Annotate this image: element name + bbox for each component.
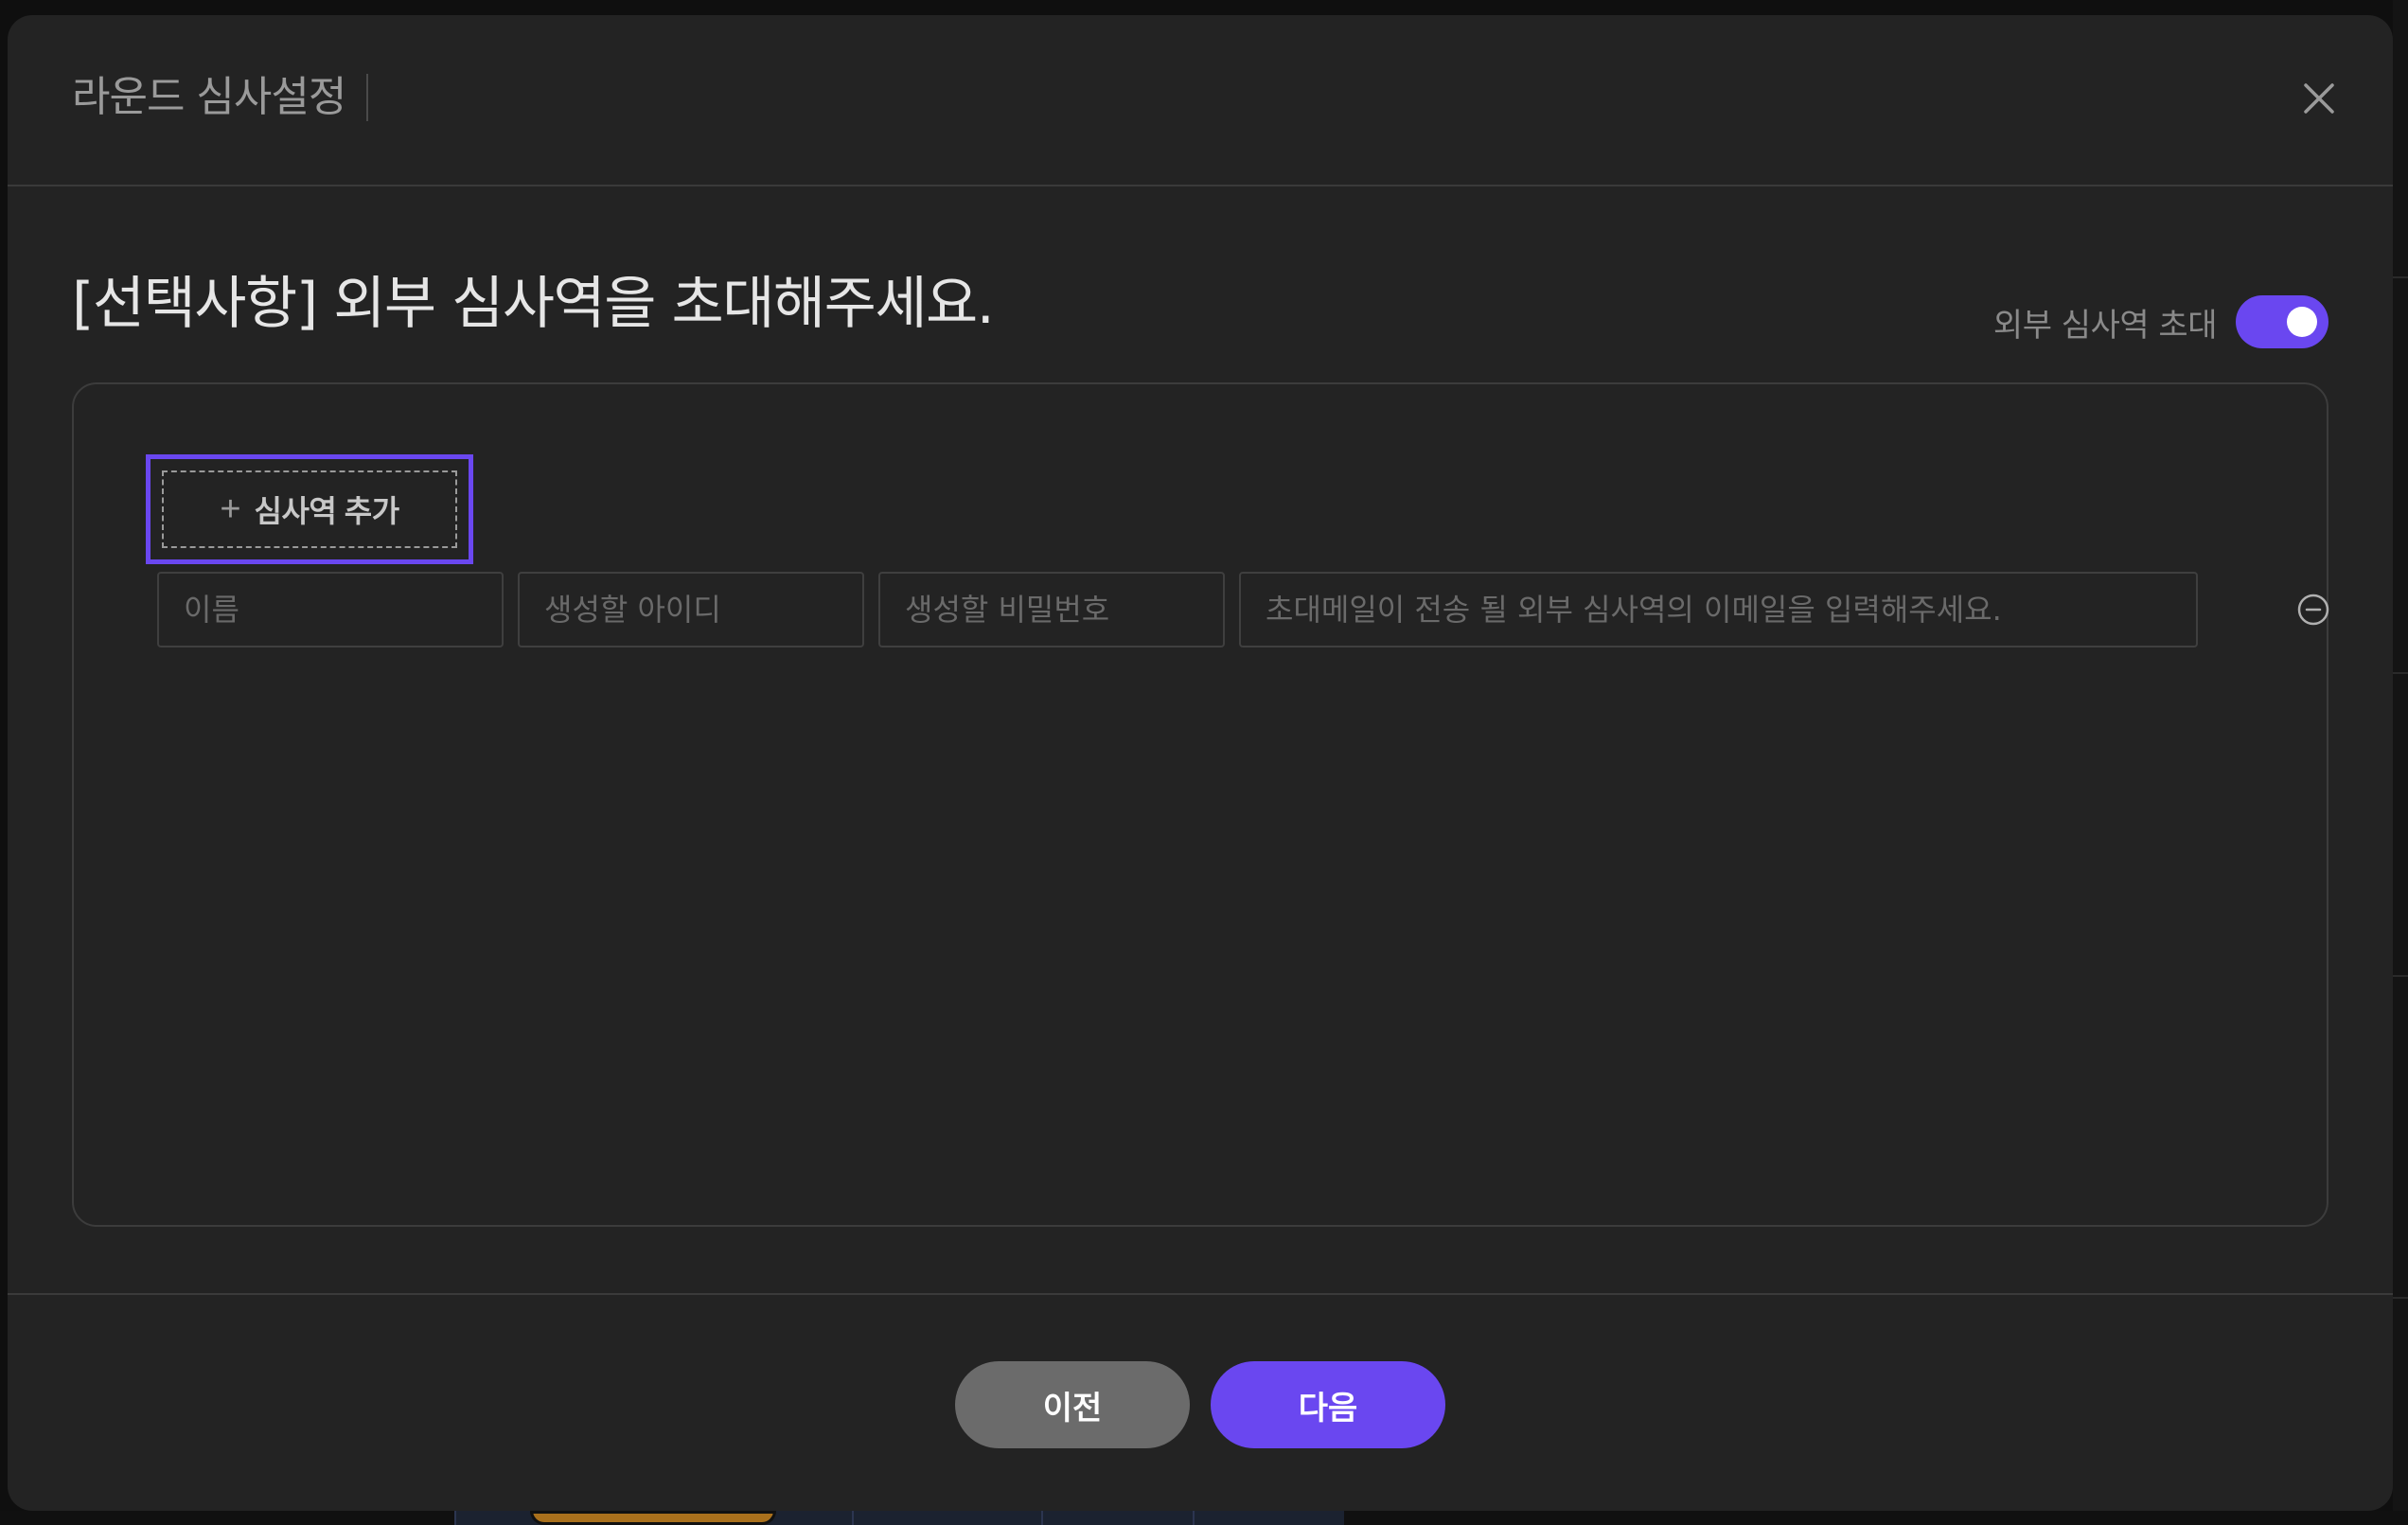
add-reviewer-focus-outline: + 심사역 추가 [146, 454, 473, 564]
background-tile [1193, 1511, 1344, 1525]
reviewer-password-input[interactable] [878, 572, 1225, 647]
next-button[interactable]: 다음 [1211, 1361, 1445, 1448]
reviewer-panel: + 심사역 추가 [72, 382, 2329, 1227]
add-reviewer-button[interactable]: + 심사역 추가 [162, 470, 457, 548]
minus-circle-icon [2297, 594, 2329, 626]
reviewer-id-input[interactable] [518, 572, 864, 647]
toggle-knob [2287, 307, 2317, 337]
background-tile [852, 1511, 1041, 1525]
external-reviewer-toggle[interactable] [2236, 295, 2328, 348]
external-reviewer-toggle-group: 외부 심사역 초대 [1993, 295, 2328, 348]
background-page-bottom [0, 1511, 2408, 1525]
background-divider [2393, 276, 2408, 278]
background-tile [1041, 1511, 1193, 1525]
modal-title: 라운드 심사설정 [72, 74, 369, 121]
close-icon [2304, 83, 2334, 114]
section-title: [선택사항] 외부 심사역을 초대해주세요. [72, 271, 995, 337]
round-review-settings-modal: 라운드 심사설정 [선택사항] 외부 심사역을 초대해주세요. 외부 심사역 초… [8, 15, 2393, 1511]
reviewer-row [157, 572, 2329, 649]
remove-reviewer-button[interactable] [2296, 593, 2330, 627]
external-reviewer-toggle-label: 외부 심사역 초대 [1992, 306, 2218, 345]
background-avatar [530, 1511, 776, 1525]
background-divider [2393, 975, 2408, 977]
background-divider [2393, 672, 2408, 674]
reviewer-email-input[interactable] [1239, 572, 2198, 647]
plus-icon: + [220, 489, 241, 529]
background-page-edge [2393, 0, 2408, 1525]
reviewer-name-input[interactable] [157, 572, 504, 647]
background-divider [2393, 1297, 2408, 1299]
modal-footer: 이전 다음 [8, 1293, 2393, 1511]
add-reviewer-label: 심사역 추가 [254, 494, 400, 528]
close-button[interactable] [2298, 78, 2340, 119]
previous-button[interactable]: 이전 [955, 1361, 1190, 1448]
modal-header: 라운드 심사설정 [8, 15, 2393, 186]
